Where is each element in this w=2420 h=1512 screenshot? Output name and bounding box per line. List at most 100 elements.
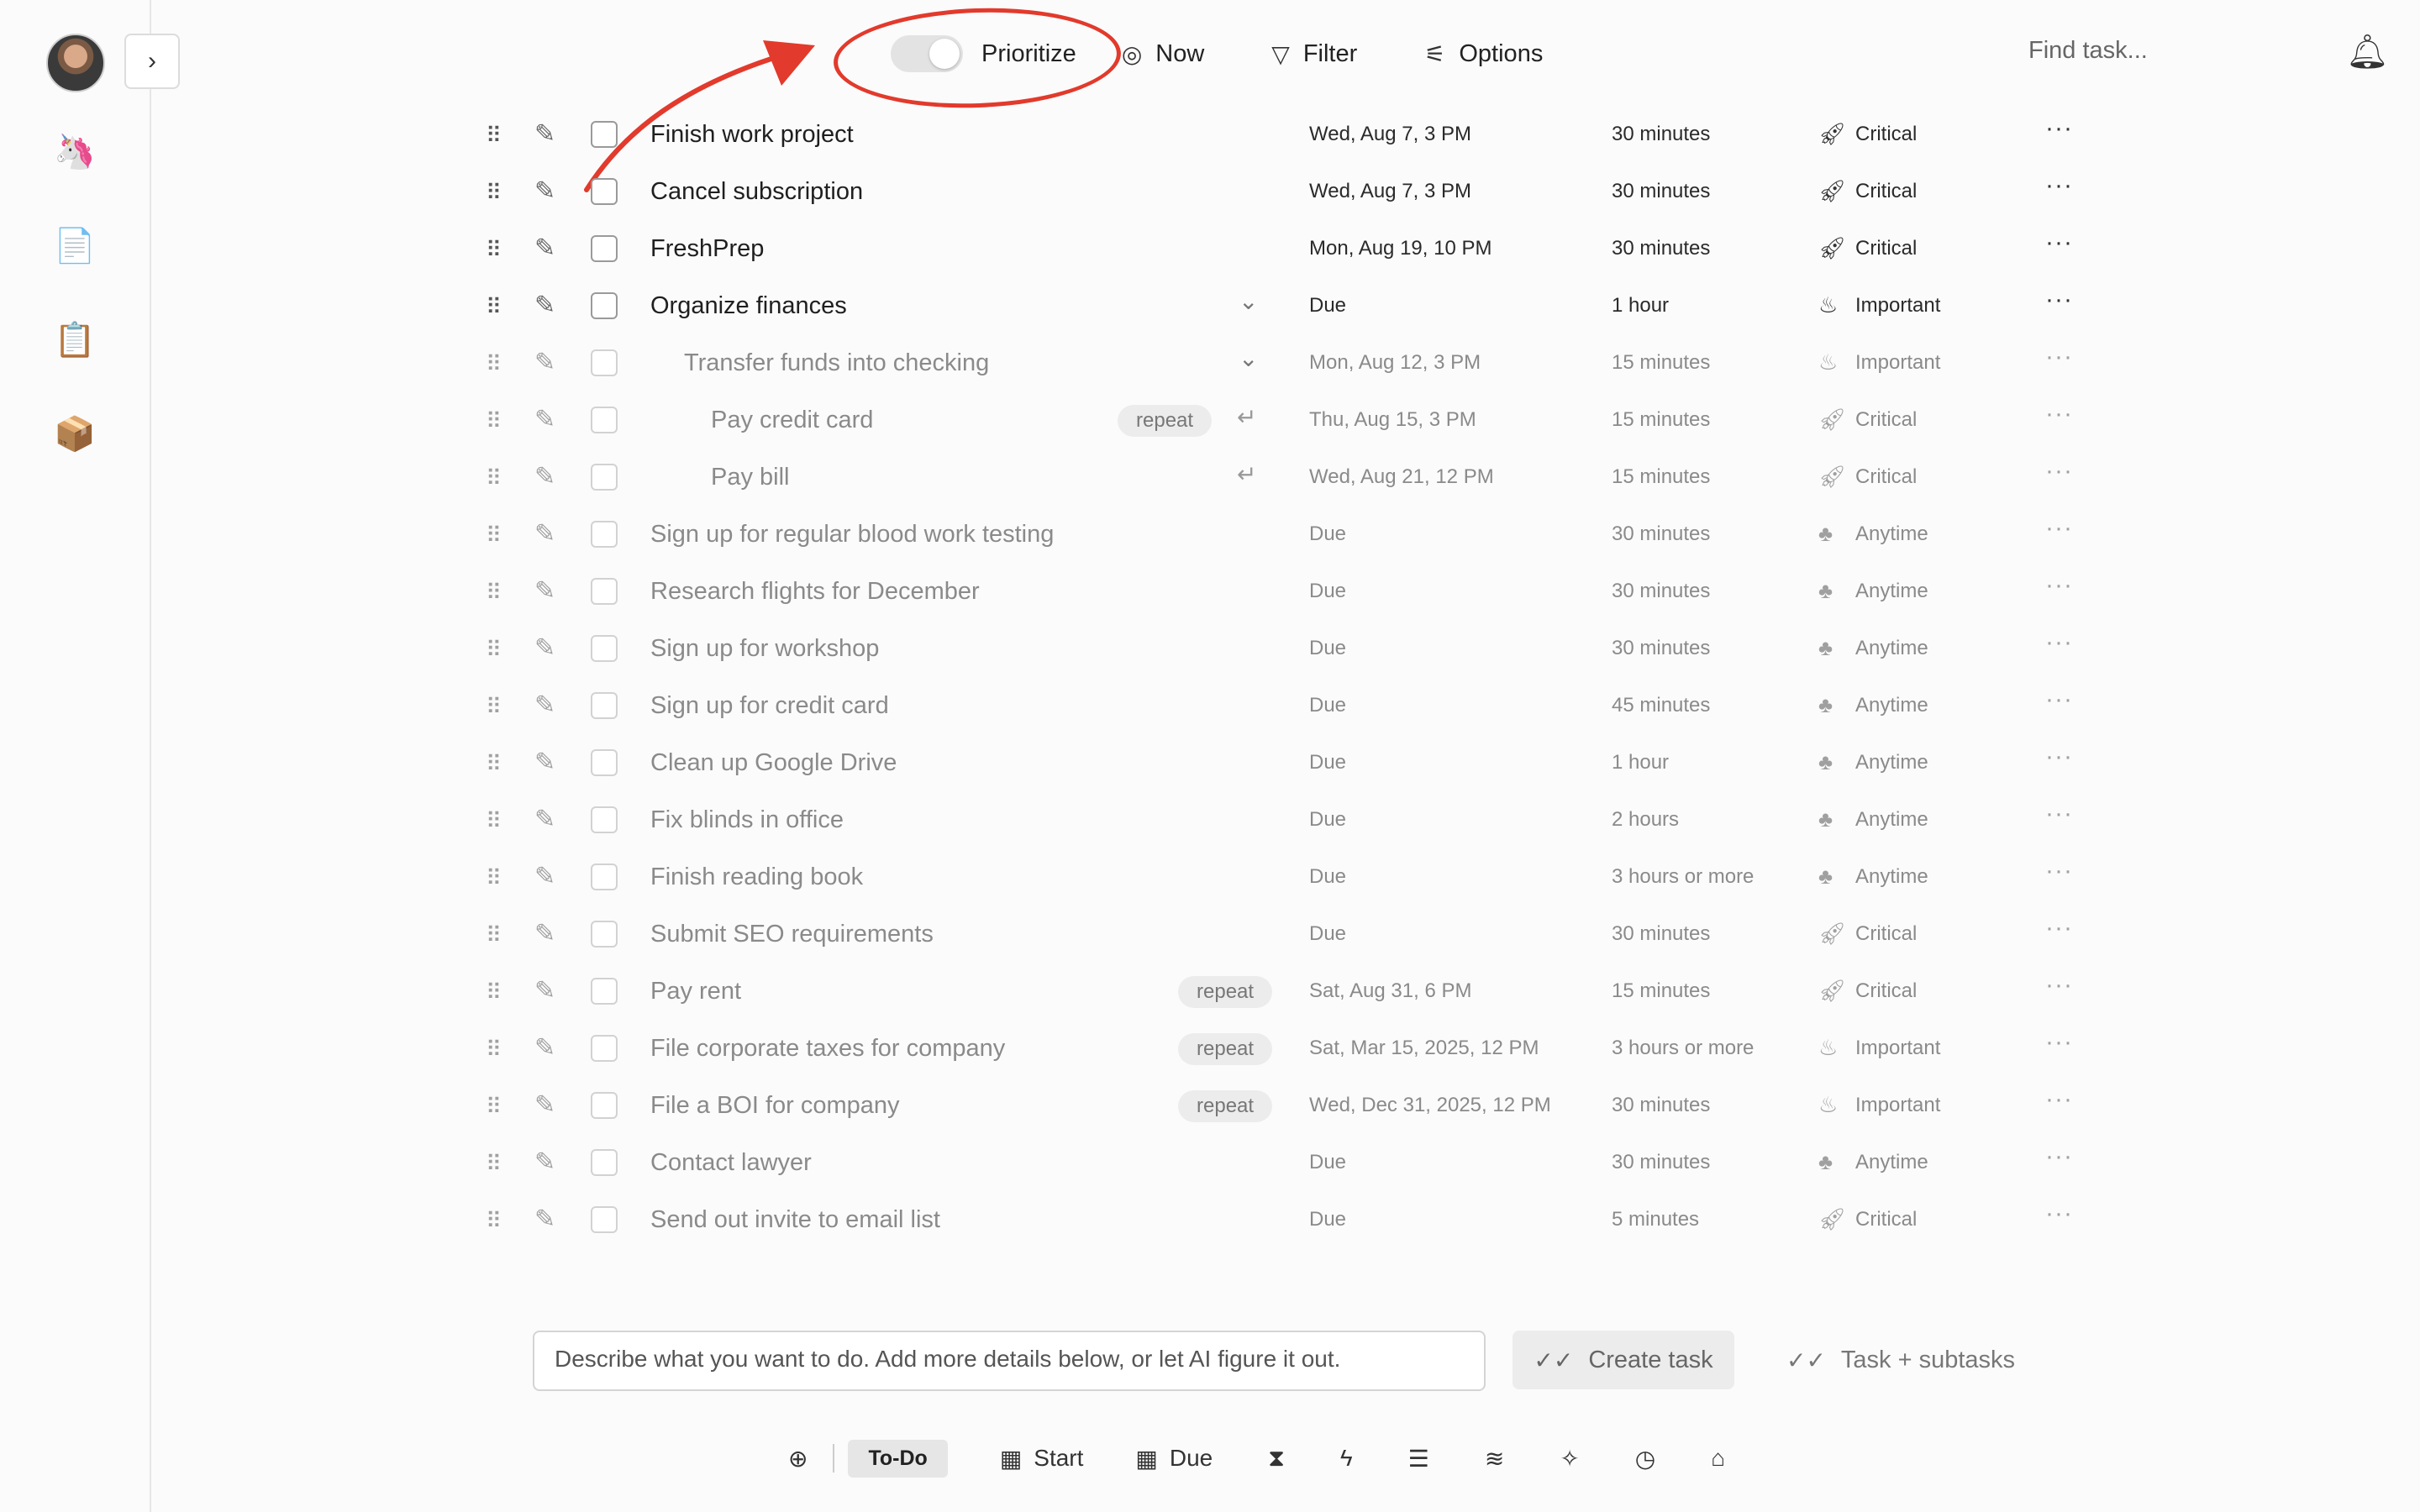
task-date[interactable]: Due (1309, 522, 1346, 546)
options-button[interactable]: ⚟ Options (1424, 40, 1543, 68)
drag-handle-icon[interactable]: ⠿ (486, 637, 502, 663)
edit-icon[interactable]: ✎ (534, 805, 555, 834)
task-description-input[interactable] (534, 1332, 1482, 1386)
edit-icon[interactable]: ✎ (534, 1147, 555, 1177)
edit-icon[interactable]: ✎ (534, 690, 555, 720)
calendar-clock-icon[interactable]: ◷ (1635, 1445, 1655, 1473)
task-date[interactable]: Wed, Aug 7, 3 PM (1309, 180, 1471, 203)
task-priority[interactable]: Critical (1855, 180, 1917, 203)
task-priority[interactable]: Important (1855, 1037, 1940, 1060)
edit-icon[interactable]: ✎ (534, 405, 555, 434)
hourglass-icon[interactable]: ⧗ (1268, 1445, 1285, 1473)
task-duration[interactable]: 1 hour (1612, 294, 1669, 318)
task-duration[interactable]: 15 minutes (1612, 465, 1710, 489)
task-checkbox[interactable] (591, 864, 618, 890)
edit-icon[interactable]: ✎ (534, 862, 555, 891)
task-row[interactable]: ⠿ ✎ FreshPrep Mon, Aug 19, 10 PM 30 minutes 🚀… (0, 222, 2420, 279)
task-title[interactable]: Clean up Google Drive (650, 749, 897, 777)
task-title[interactable]: Finish reading book (650, 864, 863, 891)
task-duration[interactable]: 15 minutes (1612, 408, 1710, 432)
edit-icon[interactable]: ✎ (534, 1205, 555, 1234)
task-checkbox[interactable] (591, 521, 618, 548)
task-checkbox[interactable] (591, 1092, 618, 1119)
more-options-icon[interactable]: ··· (2045, 571, 2073, 600)
task-priority[interactable]: Important (1855, 294, 1940, 318)
task-date[interactable]: Wed, Aug 21, 12 PM (1309, 465, 1494, 489)
task-row[interactable]: ⠿ ✎ Transfer funds into checking ⌄ Mon, Aug … (0, 336, 2420, 393)
task-priority[interactable]: Anytime (1855, 808, 1928, 832)
task-priority[interactable]: Critical (1855, 1208, 1917, 1231)
task-row[interactable]: ⠿ ✎ Organize finances ⌄ Due 1 hour ♨ Important ·… (0, 279, 2420, 336)
task-title[interactable]: Transfer funds into checking (684, 349, 989, 377)
task-row[interactable]: ⠿ ✎ Submit SEO requirements Due 30 minutes 🚀︎… (0, 907, 2420, 964)
task-priority[interactable]: Anytime (1855, 522, 1928, 546)
task-date[interactable]: Mon, Aug 19, 10 PM (1309, 237, 1491, 260)
task-checkbox[interactable] (591, 1149, 618, 1176)
task-title[interactable]: Organize finances (650, 292, 847, 320)
task-row[interactable]: ⠿ ✎ Pay credit card repeat ↵ Thu, Aug 15, 3 P… (0, 393, 2420, 450)
edit-icon[interactable]: ✎ (534, 1033, 555, 1063)
task-checkbox[interactable] (591, 749, 618, 776)
task-priority[interactable]: Critical (1855, 237, 1917, 260)
task-row[interactable]: ⠿ ✎ Cancel subscription Wed, Aug 7, 3 PM 30 … (0, 165, 2420, 222)
task-title[interactable]: Sign up for workshop (650, 635, 879, 663)
task-date[interactable]: Due (1309, 808, 1346, 832)
task-checkbox[interactable] (591, 978, 618, 1005)
checklist-icon[interactable]: ☰ (1408, 1445, 1429, 1473)
task-priority[interactable]: Critical (1855, 922, 1917, 946)
expand-sidebar-button[interactable]: › (124, 34, 180, 89)
more-options-icon[interactable]: ··· (2045, 1085, 2073, 1114)
more-options-icon[interactable]: ··· (2045, 1200, 2073, 1228)
drag-handle-icon[interactable]: ⠿ (486, 865, 502, 891)
task-duration[interactable]: 30 minutes (1612, 1094, 1710, 1117)
task-title[interactable]: Finish work project (650, 121, 854, 149)
drag-handle-icon[interactable]: ⠿ (486, 751, 502, 777)
task-duration[interactable]: 15 minutes (1612, 979, 1710, 1003)
task-priority[interactable]: Critical (1855, 465, 1917, 489)
task-row[interactable]: ⠿ ✎ Sign up for credit card Due 45 minutes ♣ A… (0, 679, 2420, 736)
more-options-icon[interactable]: ··· (2045, 857, 2073, 885)
task-row[interactable]: ⠿ ✎ Fix blinds in office Due 2 hours ♣ Anytime… (0, 793, 2420, 850)
more-options-icon[interactable]: ··· (2045, 228, 2073, 257)
task-duration[interactable]: 30 minutes (1612, 637, 1710, 660)
task-duration[interactable]: 30 minutes (1612, 522, 1710, 546)
more-options-icon[interactable]: ··· (2045, 457, 2073, 486)
task-priority[interactable]: Anytime (1855, 751, 1928, 774)
task-checkbox[interactable] (591, 121, 618, 148)
task-priority[interactable]: Anytime (1855, 1151, 1928, 1174)
task-checkbox[interactable] (591, 292, 618, 319)
more-options-icon[interactable]: ··· (2045, 971, 2073, 1000)
create-task-button[interactable]: ✓✓ Create task (1512, 1331, 1734, 1389)
task-date[interactable]: Thu, Aug 15, 3 PM (1309, 408, 1476, 432)
task-title[interactable]: Pay bill (711, 464, 790, 491)
task-duration[interactable]: 30 minutes (1612, 580, 1710, 603)
layers-icon[interactable]: ≋ (1485, 1445, 1504, 1473)
task-priority[interactable]: Important (1855, 351, 1940, 375)
drag-handle-icon[interactable]: ⠿ (486, 808, 502, 834)
edit-icon[interactable]: ✎ (534, 576, 555, 606)
task-duration[interactable]: 30 minutes (1612, 237, 1710, 260)
task-row[interactable]: ⠿ ✎ Clean up Google Drive Due 1 hour ♣ Anytime… (0, 736, 2420, 793)
task-checkbox[interactable] (591, 692, 618, 719)
task-checkbox[interactable] (591, 1206, 618, 1233)
more-options-icon[interactable]: ··· (2045, 286, 2073, 314)
more-options-icon[interactable]: ··· (2045, 685, 2073, 714)
more-options-icon[interactable]: ··· (2045, 514, 2073, 543)
task-row[interactable]: ⠿ ✎ Send out invite to email list Due 5 minu… (0, 1193, 2420, 1250)
drag-handle-icon[interactable]: ⠿ (486, 694, 502, 720)
edit-icon[interactable]: ✎ (534, 633, 555, 663)
task-checkbox[interactable] (591, 921, 618, 948)
task-date[interactable]: Due (1309, 637, 1346, 660)
drag-handle-icon[interactable]: ⠿ (486, 1037, 502, 1063)
task-row[interactable]: ⠿ ✎ Research flights for December Due 30 min… (0, 564, 2420, 622)
task-row[interactable]: ⠿ ✎ File a BOI for company repeat Wed, Dec 3… (0, 1079, 2420, 1136)
drag-handle-icon[interactable]: ⠿ (486, 180, 502, 206)
task-date[interactable]: Due (1309, 580, 1346, 603)
task-date[interactable]: Due (1309, 294, 1346, 318)
more-options-icon[interactable]: ··· (2045, 343, 2073, 371)
task-date[interactable]: Due (1309, 694, 1346, 717)
task-checkbox[interactable] (591, 635, 618, 662)
task-checkbox[interactable] (591, 349, 618, 376)
task-subtasks-button[interactable]: ✓✓ Task + subtasks (1786, 1331, 2015, 1389)
task-duration[interactable]: 45 minutes (1612, 694, 1710, 717)
